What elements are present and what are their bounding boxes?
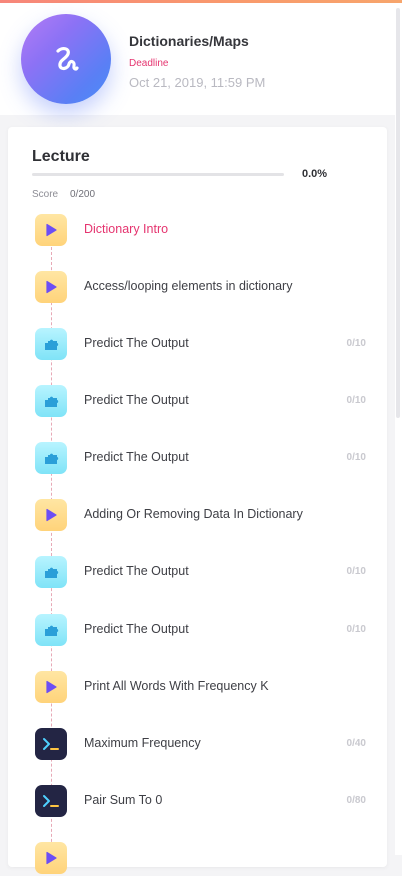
content-item[interactable]: Adding Or Removing Data In Dictionary xyxy=(8,497,387,533)
item-label: Pair Sum To 0 xyxy=(84,793,163,807)
terminal-icon xyxy=(42,794,60,808)
puzzle-icon xyxy=(42,563,60,581)
scrollbar-thumb[interactable] xyxy=(396,8,400,418)
item-icon-box xyxy=(35,499,67,531)
content-item[interactable]: Pair Sum To 0 0/80 xyxy=(8,783,387,819)
item-score: 0/80 xyxy=(346,795,366,806)
item-label: Access/looping elements in dictionary xyxy=(84,279,293,293)
puzzle-icon xyxy=(42,335,60,353)
item-icon-box xyxy=(35,671,67,703)
item-score: 0/10 xyxy=(346,395,366,406)
module-title: Dictionaries/Maps xyxy=(129,33,249,49)
lecture-progress-percent: 0.0% xyxy=(302,168,328,180)
item-score: 0/10 xyxy=(346,566,366,577)
lecture-progress-bar xyxy=(32,173,284,176)
module-logo xyxy=(21,14,111,104)
item-score: 0/40 xyxy=(346,738,366,749)
item-icon-box xyxy=(35,271,67,303)
puzzle-icon xyxy=(42,621,60,639)
puzzle-icon xyxy=(42,392,60,410)
module-header: Dictionaries/Maps Deadline Oct 21, 2019,… xyxy=(0,3,395,115)
item-score: 0/10 xyxy=(346,624,366,635)
item-label: Print All Words With Frequency K xyxy=(84,679,269,693)
item-icon-box xyxy=(35,842,67,874)
item-label: Predict The Output xyxy=(84,450,189,464)
module-logo-icon xyxy=(56,47,79,71)
item-label: Maximum Frequency xyxy=(84,736,201,750)
content-item[interactable]: Predict The Output 0/10 xyxy=(8,612,387,648)
item-label: Dictionary Intro xyxy=(84,222,169,236)
item-icon-box xyxy=(35,385,67,417)
item-icon-box xyxy=(35,328,67,360)
terminal-icon xyxy=(42,737,60,751)
content-item[interactable]: Predict The Output 0/10 xyxy=(8,440,387,476)
item-icon-box xyxy=(35,785,67,817)
play-icon xyxy=(43,507,59,523)
content-item[interactable]: Dictionary Intro xyxy=(8,212,387,248)
item-icon-box xyxy=(35,442,67,474)
content-item[interactable]: Predict The Output 0/10 xyxy=(8,383,387,419)
score-label: Score xyxy=(32,189,59,200)
item-label: Predict The Output xyxy=(84,622,189,636)
item-label: Predict The Output xyxy=(84,393,189,407)
puzzle-icon xyxy=(42,449,60,467)
content-item[interactable]: Predict The Output 0/10 xyxy=(8,554,387,590)
play-icon xyxy=(43,279,59,295)
deadline-date: Oct 21, 2019, 11:59 PM xyxy=(129,75,266,90)
item-score: 0/10 xyxy=(346,452,366,463)
item-score: 0/10 xyxy=(346,338,366,349)
lecture-card: Lecture 0.0% Score 0/200 Dictionary Intr… xyxy=(8,127,387,874)
content-item[interactable]: Access/looping elements in dictionary xyxy=(8,269,387,305)
score-value: 0/200 xyxy=(70,189,96,200)
content-item[interactable]: Print All Words With Frequency K xyxy=(8,669,387,705)
play-icon xyxy=(43,222,59,238)
item-icon-box xyxy=(35,556,67,588)
content-item[interactable]: Predict The Output 0/10 xyxy=(8,326,387,362)
content-item[interactable]: Maximum Frequency 0/40 xyxy=(8,726,387,762)
play-icon xyxy=(43,850,59,866)
content-item[interactable] xyxy=(8,840,387,876)
item-icon-box xyxy=(35,728,67,760)
item-icon-box xyxy=(35,214,67,246)
lecture-title: Lecture xyxy=(32,148,90,165)
deadline-label: Deadline xyxy=(129,58,169,69)
item-label: Adding Or Removing Data In Dictionary xyxy=(84,507,303,521)
item-icon-box xyxy=(35,614,67,646)
item-label: Predict The Output xyxy=(84,564,189,578)
play-icon xyxy=(43,679,59,695)
item-label: Predict The Output xyxy=(84,336,189,350)
